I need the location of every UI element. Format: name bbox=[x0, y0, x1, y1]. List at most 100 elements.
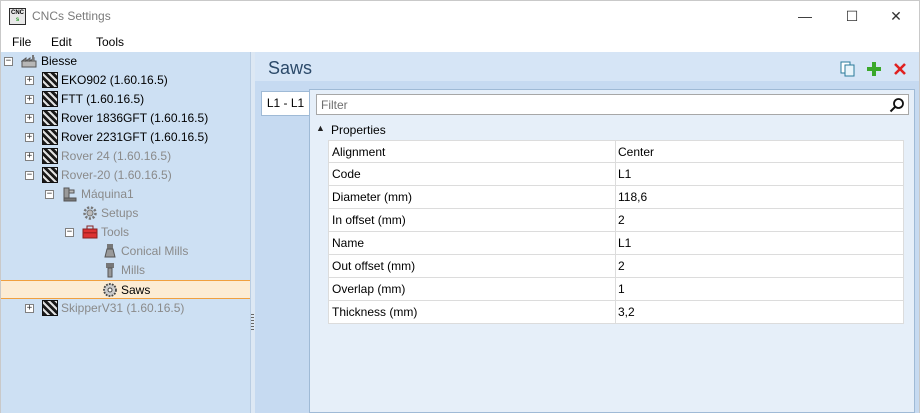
collapse-icon[interactable]: − bbox=[65, 228, 74, 237]
tree-item-label: Rover 2231GFT (1.60.16.5) bbox=[61, 130, 209, 144]
tree-item-rover-2231gft[interactable]: + Rover 2231GFT (1.60.16.5) bbox=[1, 128, 250, 147]
minimize-button[interactable]: — bbox=[782, 1, 828, 31]
machine-icon bbox=[42, 72, 58, 88]
tree-item-label: EKO902 (1.60.16.5) bbox=[61, 73, 168, 87]
property-name: Alignment bbox=[328, 141, 616, 163]
delete-button[interactable] bbox=[891, 60, 909, 78]
property-name: Diameter (mm) bbox=[328, 186, 616, 208]
gear-icon bbox=[83, 206, 97, 220]
splitter-grip[interactable] bbox=[251, 314, 254, 330]
property-row[interactable]: Overlap (mm) 1 bbox=[328, 278, 904, 301]
tree-item-label: Biesse bbox=[41, 54, 78, 68]
property-row[interactable]: Thickness (mm) 3,2 bbox=[328, 301, 904, 324]
content-pane: Saws L1 - L1 Filter ▲ Properties Alignme… bbox=[255, 52, 919, 413]
properties-panel: Filter ▲ Properties Alignment Center Cod… bbox=[309, 89, 915, 413]
property-row[interactable]: In offset (mm) 2 bbox=[328, 209, 904, 232]
copy-icon bbox=[840, 61, 855, 77]
expand-icon[interactable]: + bbox=[25, 114, 34, 123]
menu-tools[interactable]: Tools bbox=[96, 35, 124, 49]
tab-l1[interactable]: L1 - L1 bbox=[261, 91, 309, 116]
property-row[interactable]: Name L1 bbox=[328, 232, 904, 255]
machine-icon bbox=[42, 129, 58, 145]
filter-placeholder: Filter bbox=[321, 98, 348, 112]
tree-item-setups[interactable]: Setups bbox=[1, 204, 250, 223]
property-grid: Alignment Center Code L1 Diameter (mm) 1… bbox=[328, 140, 904, 324]
tree-item-saws[interactable]: Saws bbox=[1, 280, 250, 299]
collapse-icon[interactable]: − bbox=[25, 171, 34, 180]
title-bar: CNC s CNCs Settings — ☐ ✕ bbox=[1, 1, 919, 31]
tree-item-maquina1[interactable]: − Máquina1 bbox=[1, 185, 250, 204]
property-name: Out offset (mm) bbox=[328, 255, 616, 277]
mill-icon bbox=[106, 263, 114, 278]
tree-item-biesse[interactable]: − Biesse bbox=[1, 52, 250, 71]
expand-icon[interactable]: + bbox=[25, 304, 34, 313]
tree-item-label: FTT (1.60.16.5) bbox=[61, 92, 145, 106]
add-button[interactable] bbox=[865, 60, 883, 78]
tree-item-conical-mills[interactable]: Conical Mills bbox=[1, 242, 250, 261]
tree-item-rover-24[interactable]: + Rover 24 (1.60.16.5) bbox=[1, 147, 250, 166]
tree-item-label: SkipperV31 (1.60.16.5) bbox=[61, 301, 185, 315]
page-title: Saws bbox=[268, 58, 313, 78]
property-name: Thickness (mm) bbox=[328, 301, 616, 323]
tree-item-eko902[interactable]: + EKO902 (1.60.16.5) bbox=[1, 71, 250, 90]
menu-edit[interactable]: Edit bbox=[51, 35, 72, 49]
toolbox-icon bbox=[82, 225, 98, 239]
property-value[interactable]: 3,2 bbox=[616, 301, 904, 323]
machine-icon bbox=[42, 91, 58, 107]
tree-item-label: Rover 24 (1.60.16.5) bbox=[61, 149, 172, 163]
delete-icon bbox=[894, 63, 906, 75]
property-row[interactable]: Diameter (mm) 118,6 bbox=[328, 186, 904, 209]
collapse-icon[interactable]: − bbox=[45, 190, 54, 199]
close-icon: ✕ bbox=[890, 7, 902, 24]
property-row[interactable]: Alignment Center bbox=[328, 140, 904, 163]
property-name: Name bbox=[328, 232, 616, 254]
tree-item-label: Máquina1 bbox=[81, 187, 134, 201]
tree-item-label: Tools bbox=[101, 225, 130, 239]
close-button[interactable]: ✕ bbox=[873, 1, 919, 31]
property-value[interactable]: L1 bbox=[616, 232, 904, 254]
tree-item-ftt[interactable]: + FTT (1.60.16.5) bbox=[1, 90, 250, 109]
property-name: Overlap (mm) bbox=[328, 278, 616, 300]
property-value[interactable]: 2 bbox=[616, 255, 904, 277]
machine-icon bbox=[42, 167, 58, 183]
machine-tree: − Biesse + EKO902 (1.60.16.5) + FTT (1.6… bbox=[1, 52, 250, 413]
tree-item-label: Mills bbox=[121, 263, 145, 277]
property-value[interactable]: 1 bbox=[616, 278, 904, 300]
content-body: L1 - L1 Filter ▲ Properties Alignment Ce… bbox=[255, 81, 919, 413]
maximize-button[interactable]: ☐ bbox=[829, 1, 875, 31]
machine-icon bbox=[42, 148, 58, 164]
expand-icon[interactable]: + bbox=[25, 95, 34, 104]
collapse-icon[interactable]: − bbox=[4, 57, 13, 66]
cnc-settings-window: CNC s CNCs Settings — ☐ ✕ File Edit Tool… bbox=[0, 0, 920, 413]
expand-icon[interactable]: + bbox=[25, 76, 34, 85]
tree-item-label: Rover-20 (1.60.16.5) bbox=[61, 168, 172, 182]
property-row[interactable]: Out offset (mm) 2 bbox=[328, 255, 904, 278]
tree-item-rover-1836gft[interactable]: + Rover 1836GFT (1.60.16.5) bbox=[1, 109, 250, 128]
machine-icon bbox=[42, 300, 58, 316]
search-icon[interactable] bbox=[889, 97, 905, 113]
property-name: Code bbox=[328, 163, 616, 185]
property-row[interactable]: Code L1 bbox=[328, 163, 904, 186]
tree-item-label: Conical Mills bbox=[121, 244, 189, 258]
properties-section-header[interactable]: ▲ Properties bbox=[310, 120, 914, 140]
filter-input[interactable]: Filter bbox=[316, 94, 909, 115]
menu-file[interactable]: File bbox=[12, 35, 31, 49]
property-value[interactable]: L1 bbox=[616, 163, 904, 185]
tree-item-skipperv31[interactable]: + SkipperV31 (1.60.16.5) bbox=[1, 299, 250, 318]
tree-item-mills[interactable]: Mills bbox=[1, 261, 250, 280]
section-label: Properties bbox=[331, 123, 386, 137]
property-value[interactable]: 118,6 bbox=[616, 186, 904, 208]
expand-icon[interactable]: + bbox=[25, 152, 34, 161]
property-value[interactable]: 2 bbox=[616, 209, 904, 231]
tree-item-rover-20[interactable]: − Rover-20 (1.60.16.5) bbox=[1, 166, 250, 185]
tree-item-tools[interactable]: − Tools bbox=[1, 223, 250, 242]
expand-icon[interactable]: + bbox=[25, 133, 34, 142]
add-icon bbox=[867, 62, 881, 76]
property-name: In offset (mm) bbox=[328, 209, 616, 231]
minimize-icon: — bbox=[798, 8, 812, 24]
window-title: CNCs Settings bbox=[32, 9, 111, 23]
tree-item-label: Saws bbox=[121, 283, 151, 297]
copy-button[interactable] bbox=[839, 60, 857, 78]
chevron-up-icon[interactable]: ▲ bbox=[316, 123, 325, 133]
property-value[interactable]: Center bbox=[616, 141, 904, 163]
